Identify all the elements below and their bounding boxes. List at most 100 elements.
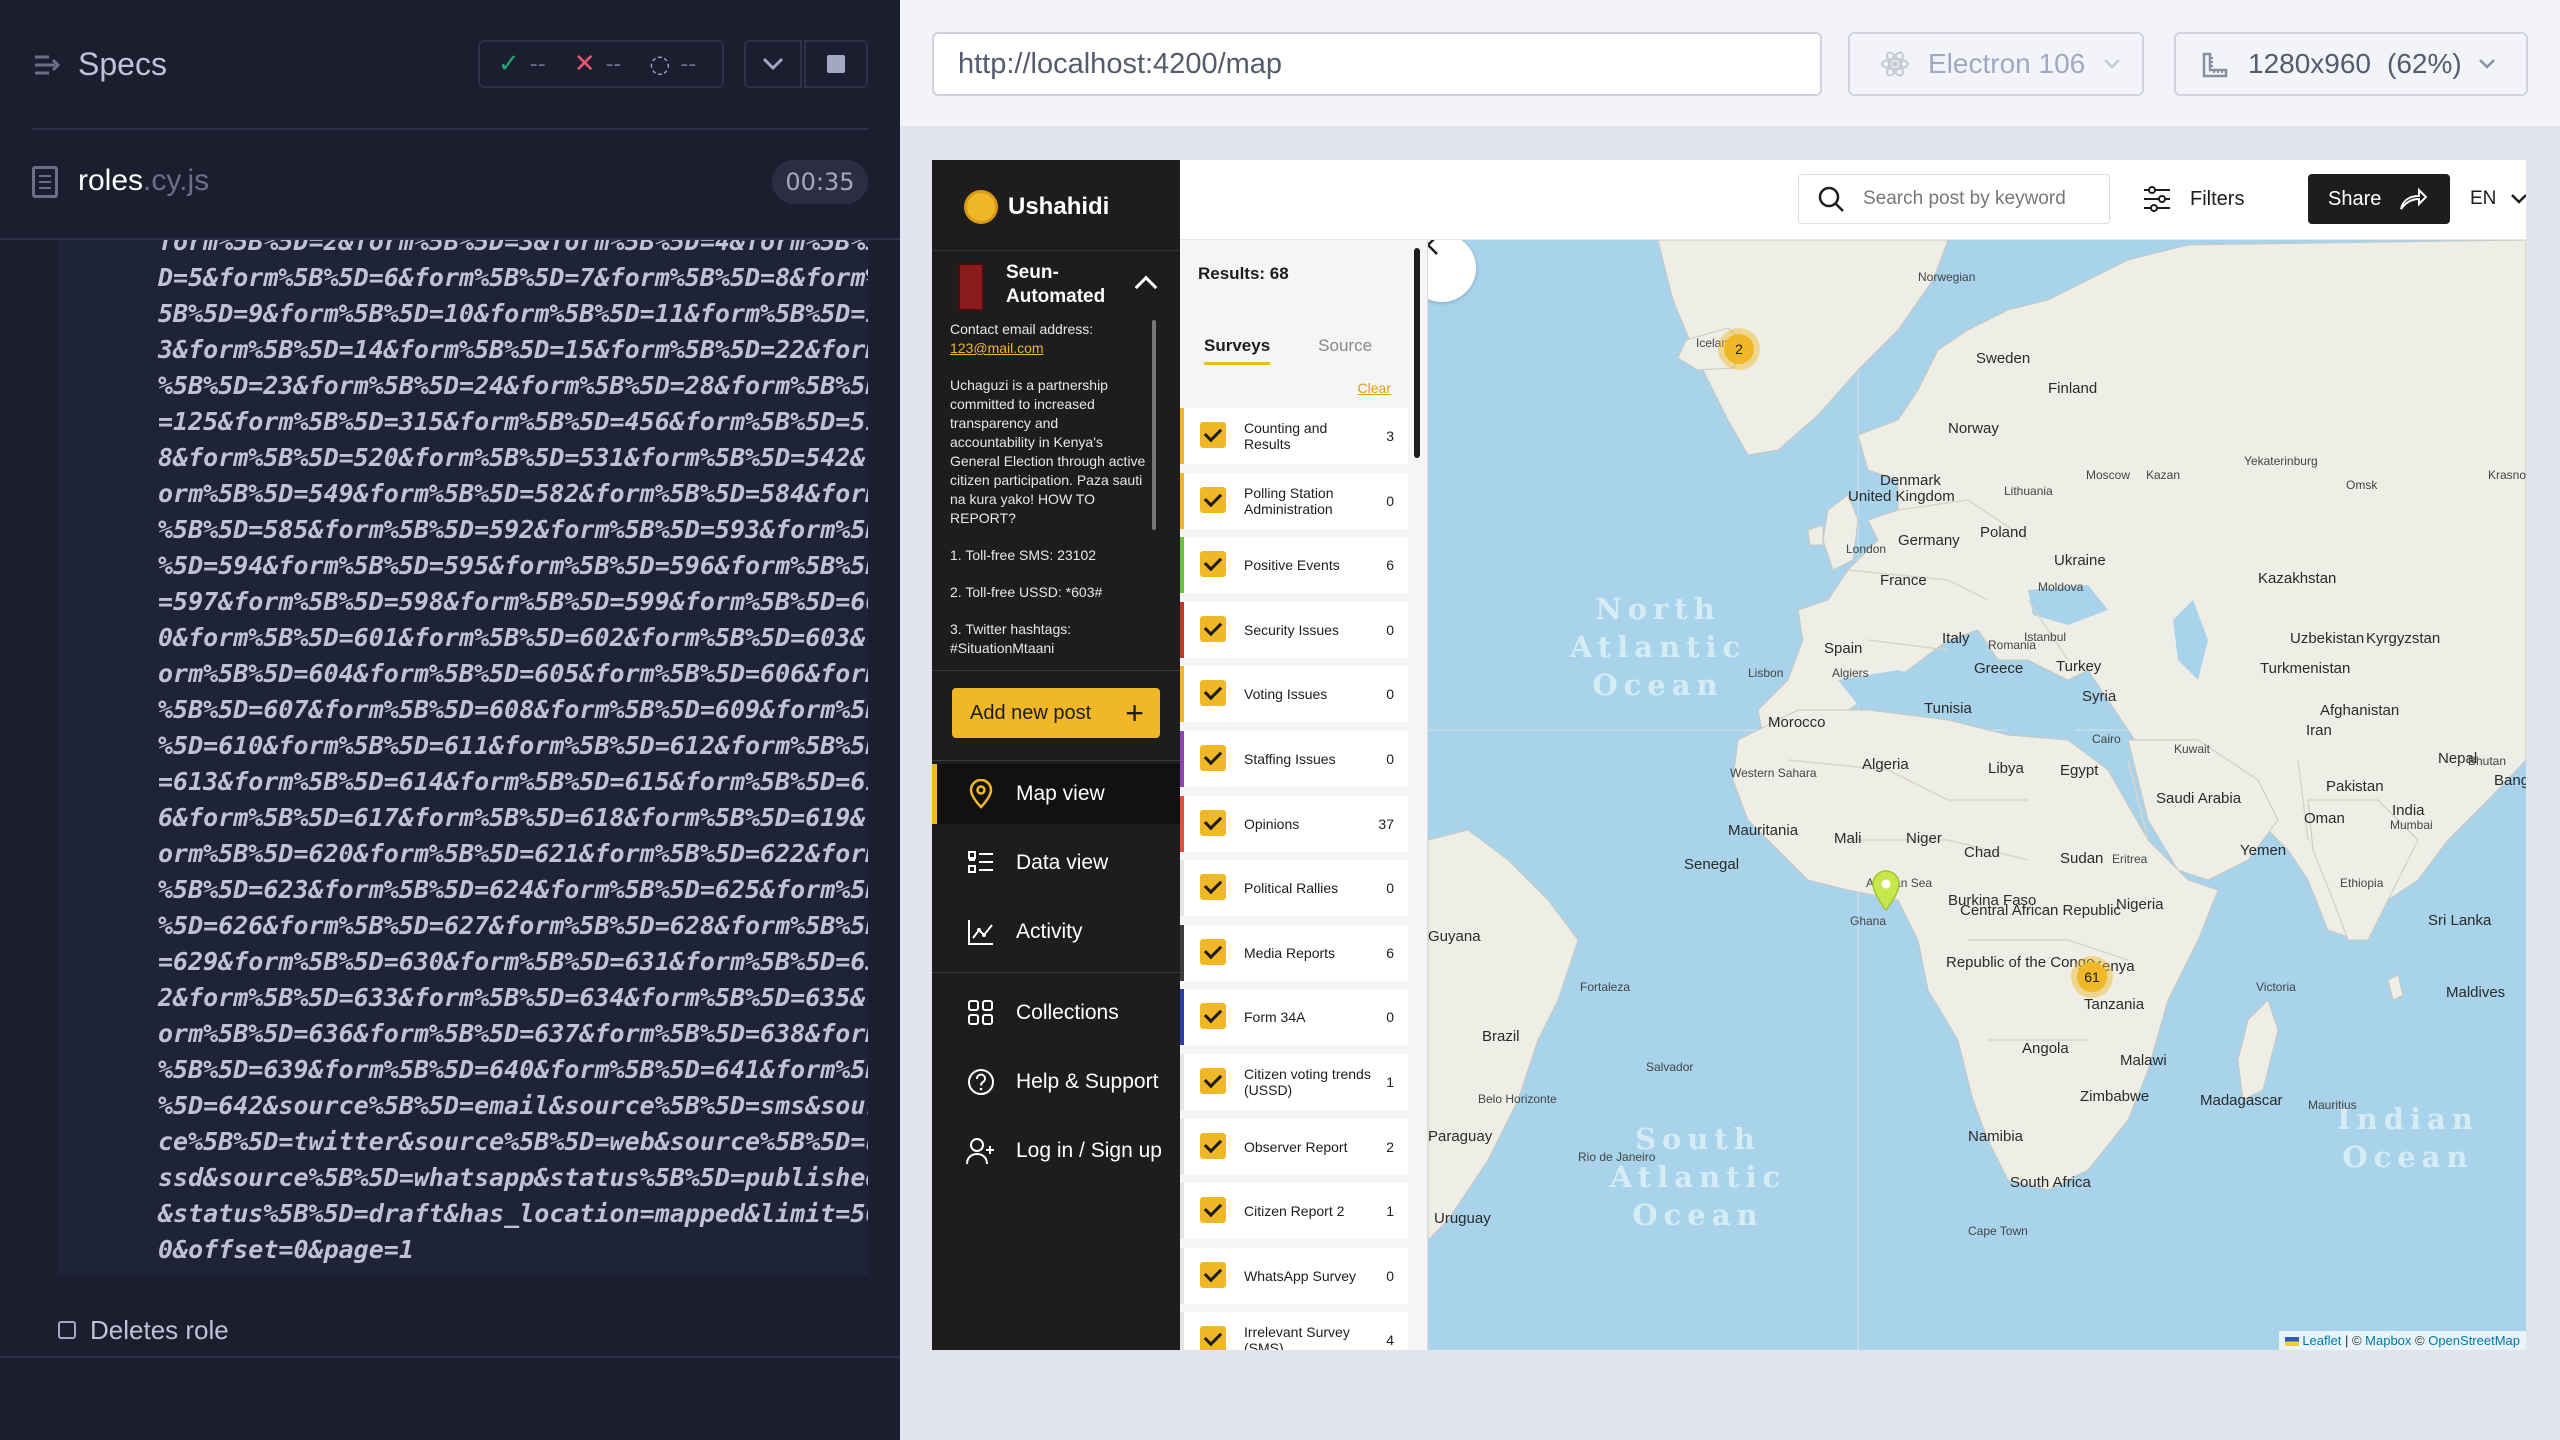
specs-menu-icon[interactable] — [32, 50, 62, 80]
description-scrollbar[interactable] — [1152, 320, 1156, 530]
nav-activity[interactable]: Activity — [932, 902, 1180, 962]
nav-collections[interactable]: Collections — [932, 983, 1180, 1043]
survey-filter-item[interactable]: Irrelevant Survey (SMS) 4 — [1180, 1312, 1408, 1350]
map-country-label: Ukraine — [2054, 552, 2106, 569]
checkbox-checked-icon[interactable] — [1200, 809, 1226, 836]
language-selector[interactable]: EN — [2470, 174, 2526, 224]
nav-data-view[interactable]: Data view — [932, 833, 1180, 893]
ushahidi-app: Ushahidi Seun- Automated Contact email ad… — [932, 160, 2526, 1350]
map-cluster-marker[interactable]: 2 — [1718, 328, 1760, 370]
share-button[interactable]: Share — [2308, 174, 2450, 224]
filters-scrollbar[interactable] — [1414, 248, 1420, 458]
map-view[interactable]: North Atlantic Ocean South Atlantic Ocea… — [1428, 240, 2526, 1350]
survey-filter-item[interactable]: Opinions 37 — [1180, 795, 1408, 852]
map-country-label: Morocco — [1768, 714, 1826, 731]
browser-bar: http://localhost:4200/map Electron 106 1… — [900, 0, 2560, 126]
share-arrow-icon — [2400, 187, 2428, 210]
cypress-runner-panel: Specs ✓ -- ✕ -- ◌ -- roles.cy.js 00:35 form… — [0, 0, 900, 1440]
browser-selector[interactable]: Electron 106 — [1848, 32, 2144, 96]
map-country-label: Spain — [1824, 640, 1863, 657]
checkbox-checked-icon[interactable] — [1200, 551, 1226, 578]
survey-filter-item[interactable]: Staffing Issues 0 — [1180, 730, 1408, 787]
pending-count: -- — [680, 51, 697, 77]
nav-help-support[interactable]: Help & Support — [932, 1052, 1180, 1112]
viewport-zoom: (62%) — [2387, 48, 2462, 79]
divider — [932, 670, 1180, 671]
checkbox-checked-icon[interactable] — [1200, 1326, 1226, 1350]
survey-filter-item[interactable]: WhatsApp Survey 0 — [1180, 1247, 1408, 1304]
checkbox-checked-icon[interactable] — [1200, 938, 1226, 965]
survey-filter-item[interactable]: Political Rallies 0 — [1180, 860, 1408, 917]
tab-source[interactable]: Source — [1318, 336, 1372, 365]
nav-map-view[interactable]: Map view — [932, 764, 1180, 824]
survey-filter-item[interactable]: Positive Events 6 — [1180, 537, 1408, 594]
map-country-label: Iran — [2306, 722, 2332, 739]
how-to-twitter: 3. Twitter hashtags: #SituationMtaani — [950, 621, 1072, 656]
nav-login-signup[interactable]: Log in / Sign up — [932, 1121, 1180, 1181]
osm-link[interactable]: OpenStreetMap — [2428, 1333, 2520, 1348]
map-city-label: Ghana — [1850, 914, 1887, 928]
expand-toggle-button[interactable] — [744, 40, 802, 88]
brand-name: Ushahidi — [1008, 193, 1110, 220]
log-line: orm%5B%5D=549&form%5B%5D=582&form%5B%5D=… — [158, 479, 868, 508]
map-country-label: Brazil — [1482, 1028, 1520, 1045]
log-line: ssd&source%5B%5D=whatsapp&status%5B%5D=p… — [158, 1163, 868, 1192]
survey-filter-item[interactable]: Voting Issues 0 — [1180, 666, 1408, 723]
map-country-label: India — [2392, 802, 2425, 819]
chevron-up-icon[interactable] — [1134, 275, 1158, 299]
survey-filter-item[interactable]: Polling Station Administration 0 — [1180, 472, 1408, 529]
survey-count: 1 — [1386, 1073, 1394, 1090]
checkbox-checked-icon[interactable] — [1200, 422, 1226, 448]
map-country-label: Kyrgyzstan — [2366, 630, 2441, 647]
add-new-post-button[interactable]: Add new post + — [952, 688, 1160, 738]
survey-filter-item[interactable]: Observer Report 2 — [1180, 1118, 1408, 1175]
mapbox-link[interactable]: Mapbox — [2365, 1333, 2411, 1348]
map-city-label: Mumbai — [2390, 818, 2433, 832]
stop-button[interactable] — [804, 40, 868, 88]
survey-filter-item[interactable]: Media Reports 6 — [1180, 924, 1408, 981]
contact-email-link[interactable]: 123@mail.com — [950, 340, 1044, 356]
checkbox-checked-icon[interactable] — [1200, 744, 1226, 771]
survey-filter-item[interactable]: Citizen voting trends (USSD) 1 — [1180, 1053, 1408, 1110]
url-field[interactable]: http://localhost:4200/map — [932, 32, 1822, 96]
checkbox-checked-icon[interactable] — [1200, 1132, 1226, 1159]
checkbox-checked-icon[interactable] — [1200, 874, 1226, 901]
survey-filter-item[interactable]: Security Issues 0 — [1180, 601, 1408, 658]
map-cluster-marker[interactable]: 61 — [2071, 956, 2113, 998]
tab-surveys[interactable]: Surveys — [1204, 336, 1271, 365]
command-log[interactable]: form%5B%5D=2&form%5B%5D=3&form%5B%5D=4&f… — [58, 240, 868, 1275]
filters-button[interactable]: Filters — [2142, 174, 2244, 224]
spec-ext: .cy.js — [143, 164, 210, 197]
survey-filter-item[interactable]: Citizen Report 2 1 — [1180, 1183, 1408, 1240]
survey-label: Irrelevant Survey (SMS) — [1244, 1324, 1350, 1350]
cluster-count: 2 — [1724, 334, 1754, 364]
viewport-selector[interactable]: 1280x960 (62%) — [2174, 32, 2528, 96]
sliders-icon — [2144, 186, 2170, 212]
checkbox-checked-icon[interactable] — [1200, 1197, 1226, 1224]
search-field[interactable]: Search post by keyword — [1798, 174, 2110, 224]
search-input[interactable]: Search post by keyword — [1863, 188, 2066, 210]
survey-filter-item[interactable]: Form 34A 0 — [1180, 989, 1408, 1046]
survey-count: 6 — [1386, 944, 1394, 961]
leaflet-link[interactable]: Leaflet — [2302, 1333, 2341, 1348]
test-item[interactable]: Deletes role — [58, 1310, 229, 1350]
brand[interactable]: Ushahidi — [964, 190, 1109, 224]
checkbox-checked-icon[interactable] — [1200, 1261, 1226, 1288]
map-pin-marker-icon[interactable] — [1871, 870, 1901, 912]
viewport-size: 1280x960 — [2248, 48, 2372, 79]
map-country-label: Central African Republic — [1960, 902, 2121, 919]
survey-filter-item[interactable]: Counting and Results 3 — [1180, 408, 1408, 464]
filters-label: Filters — [2190, 187, 2245, 210]
filters-panel: Results: 68 Surveys Source Clear Countin… — [1180, 240, 1428, 1350]
clear-filters-link[interactable]: Clear — [1358, 380, 1391, 396]
checkbox-checked-icon[interactable] — [1200, 1003, 1226, 1030]
add-post-label: Add new post — [970, 701, 1092, 724]
deployment-user-row[interactable]: Seun- Automated — [932, 250, 1180, 320]
checkbox-checked-icon[interactable] — [1200, 680, 1226, 707]
checkbox-checked-icon[interactable] — [1200, 615, 1226, 642]
divider — [932, 972, 1180, 973]
checkbox-checked-icon[interactable] — [1200, 486, 1226, 513]
checkbox-checked-icon[interactable] — [1200, 1067, 1226, 1094]
spec-file-row[interactable]: roles.cy.js 00:35 — [32, 160, 868, 208]
specs-title[interactable]: Specs — [78, 46, 167, 83]
